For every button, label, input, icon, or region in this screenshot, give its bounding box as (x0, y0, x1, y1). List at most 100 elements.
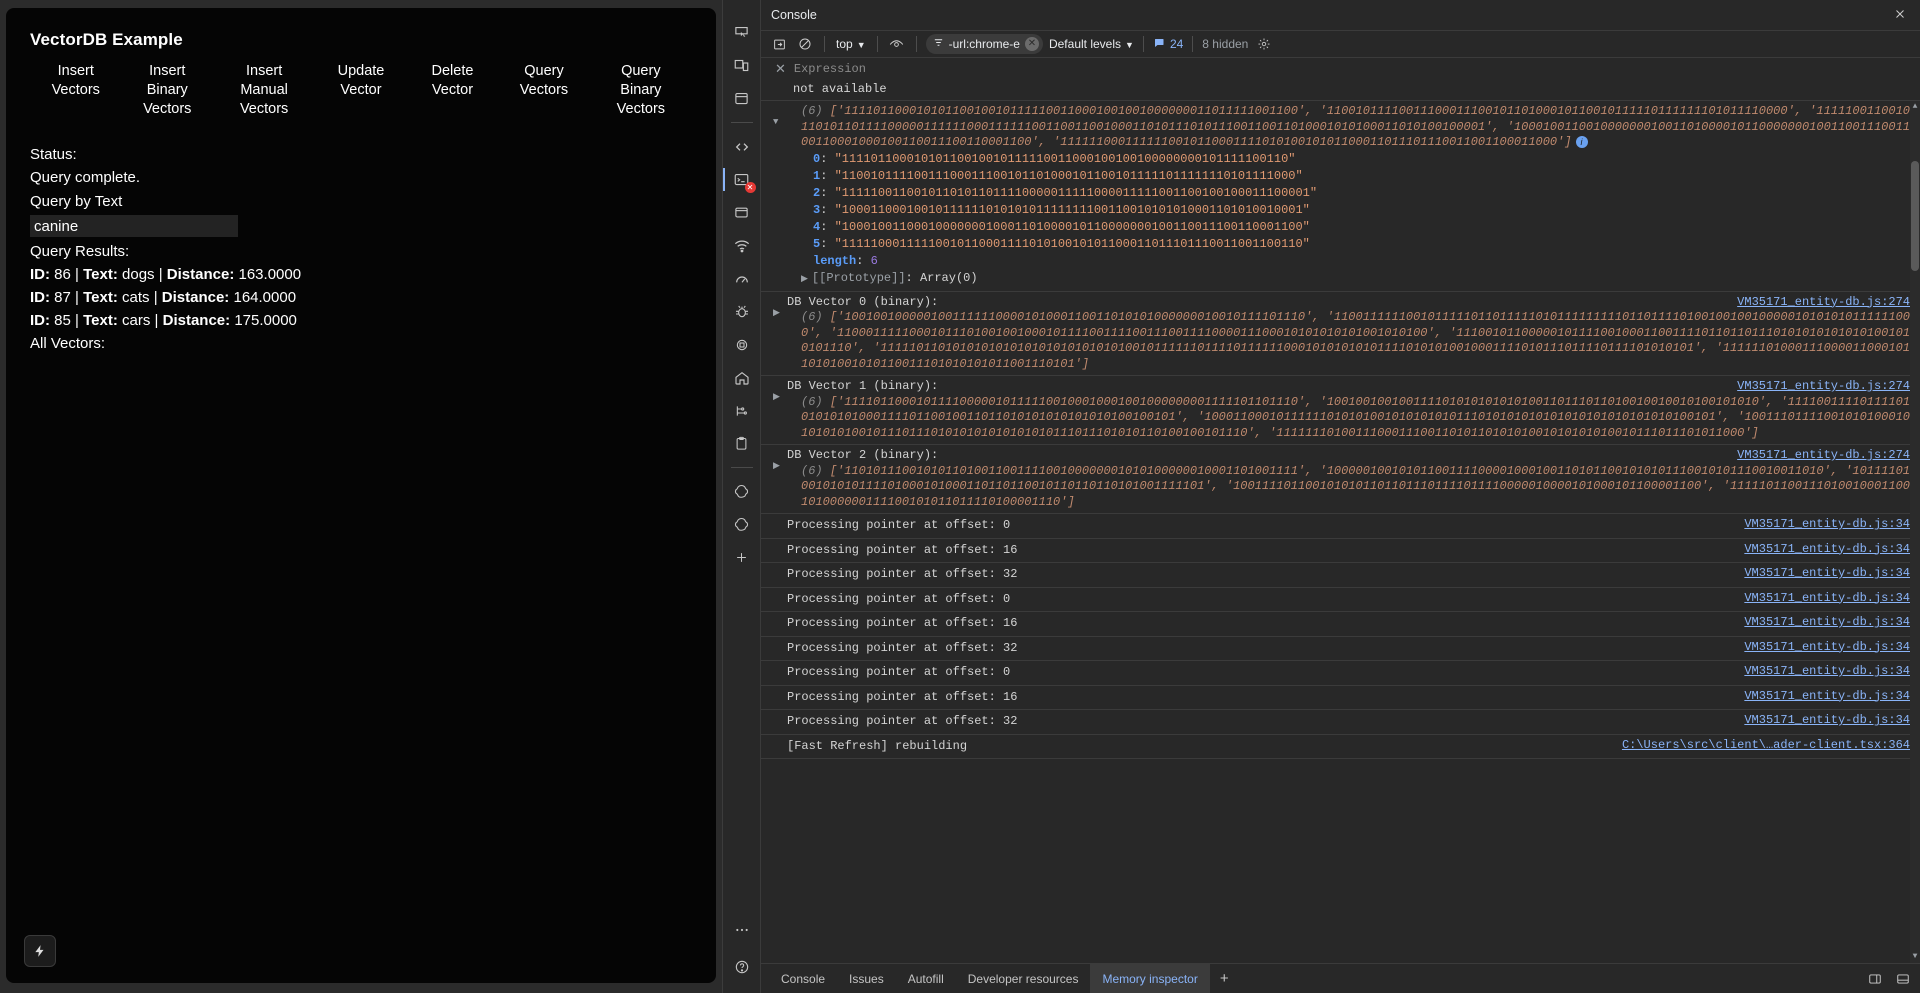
react-components-icon[interactable] (727, 475, 757, 508)
console-message-vector[interactable]: ▶ DB Vector 0 (binary): (6) ['1001001000… (761, 292, 1920, 376)
source-link[interactable]: VM35171_entity-db.js:34 (1744, 591, 1910, 607)
scroll-down-arrow-icon[interactable]: ▼ (1910, 951, 1920, 963)
application-panel-icon[interactable] (727, 196, 757, 229)
array-preview: (6) ['1001001000001001111110000101000110… (787, 310, 1912, 372)
add-panel-icon[interactable] (727, 541, 757, 574)
expand-twisty-icon[interactable]: ▶ (773, 306, 780, 322)
lightning-icon[interactable] (24, 935, 56, 967)
performance-panel-icon[interactable] (727, 262, 757, 295)
console-message-log[interactable]: Processing pointer at offset: 0 VM35171_… (761, 514, 1920, 539)
memory-panel-icon[interactable] (727, 295, 757, 328)
expression-eager-result: not available (761, 80, 1920, 101)
source-link[interactable]: VM35171_entity-db.js:34 (1744, 713, 1910, 729)
sources-panel-icon[interactable] (727, 130, 757, 163)
result-id-label: ID: (30, 266, 50, 283)
lighthouse-panel-icon[interactable] (727, 328, 757, 361)
source-link[interactable]: VM35171_entity-db.js:274 (1737, 379, 1910, 395)
toolbar-divider (876, 36, 878, 52)
console-message-log[interactable]: Processing pointer at offset: 32 VM35171… (761, 637, 1920, 661)
more-tools-icon[interactable] (727, 913, 757, 946)
source-link[interactable]: VM35171_entity-db.js:34 (1744, 566, 1910, 582)
source-link[interactable]: VM35171_entity-db.js:274 (1737, 295, 1910, 311)
delete-vector-button[interactable]: Delete Vector (407, 60, 499, 102)
tab-issues[interactable]: Issues (837, 964, 896, 993)
devtools-titlebar: Console (761, 0, 1920, 30)
web-page-surface: VectorDB Example Insert Vectors Insert B… (6, 8, 716, 983)
toolbar-divider (1142, 36, 1144, 52)
source-link[interactable]: VM35171_entity-db.js:34 (1744, 640, 1910, 656)
result-row: ID: 87 | Text: cats | Distance: 164.0000 (30, 286, 692, 309)
execution-context-selector[interactable]: top ▼ (834, 37, 868, 51)
log-levels-selector[interactable]: Default levels ▼ (1049, 37, 1134, 51)
network-panel-icon[interactable] (727, 229, 757, 262)
source-link[interactable]: C:\Users\src\client\…ader-client.tsx:364 (1622, 738, 1910, 754)
inspect-element-icon[interactable] (727, 16, 757, 49)
query-binary-vectors-button[interactable]: Query Binary Vectors (590, 60, 692, 121)
clipboard-icon[interactable] (727, 427, 757, 460)
status-label: Status: (30, 146, 77, 163)
tab-console[interactable]: Console (769, 964, 837, 993)
expand-twisty-icon[interactable]: ▶ (773, 390, 780, 406)
insert-vectors-button[interactable]: Insert Vectors (30, 60, 122, 102)
expand-twisty-icon[interactable]: ▶ (773, 459, 780, 475)
source-link[interactable]: VM35171_entity-db.js:274 (1737, 448, 1910, 464)
console-message-log[interactable]: Processing pointer at offset: 0 VM35171_… (761, 588, 1920, 612)
console-message-log[interactable]: [Fast Refresh] rebuilding C:\Users\src\c… (761, 735, 1920, 759)
source-link[interactable]: VM35171_entity-db.js:34 (1744, 689, 1910, 705)
tab-autofill[interactable]: Autofill (896, 964, 956, 993)
elements-panel-icon[interactable] (727, 82, 757, 115)
log-text: Processing pointer at offset: 16 (787, 616, 1018, 630)
source-link[interactable]: VM35171_entity-db.js:34 (1744, 542, 1910, 558)
console-message-log[interactable]: Processing pointer at offset: 32 VM35171… (761, 710, 1920, 735)
info-badge-icon[interactable]: i (1575, 135, 1588, 148)
source-link[interactable]: VM35171_entity-db.js:34 (1744, 615, 1910, 631)
no-entry-icon[interactable] (795, 34, 815, 54)
expand-twisty-icon[interactable]: ▶ (801, 274, 808, 284)
help-icon[interactable] (727, 950, 757, 983)
log-text: Processing pointer at offset: 16 (787, 542, 1018, 557)
source-link[interactable]: VM35171_entity-db.js:34 (1744, 517, 1910, 533)
hidden-messages-label[interactable]: 8 hidden (1202, 37, 1248, 51)
insert-binary-vectors-button[interactable]: Insert Binary Vectors (122, 60, 214, 121)
log-text: Processing pointer at offset: 0 (787, 518, 1011, 532)
scroll-up-arrow-icon[interactable]: ▲ (1910, 101, 1920, 113)
expression-placeholder[interactable]: Expression (794, 62, 866, 76)
array-prototype-row[interactable]: ▶ [[Prototype]]: Array(0) (787, 270, 1912, 288)
console-message-vector[interactable]: ▶ DB Vector 2 (binary): (6) ['1101011100… (761, 445, 1920, 514)
tab-developer-resources[interactable]: Developer resources (956, 964, 1091, 993)
console-panel-icon[interactable]: ✕ (722, 163, 757, 196)
query-text-input[interactable] (30, 215, 238, 237)
close-icon[interactable] (1890, 4, 1910, 24)
scrollbar-thumb[interactable] (1911, 161, 1919, 271)
insert-manual-vectors-button[interactable]: Insert Manual Vectors (213, 60, 315, 121)
message-count-badge[interactable]: 24 (1153, 37, 1183, 52)
animations-icon[interactable] (727, 394, 757, 427)
add-tab-icon[interactable]: + (1210, 964, 1239, 993)
react-profiler-icon[interactable] (727, 508, 757, 541)
console-message-vector[interactable]: ▶ DB Vector 1 (binary): (6) ['1111011000… (761, 376, 1920, 445)
console-filter-pill[interactable]: -url:chrome-e ✕ (925, 34, 1043, 54)
console-message-list[interactable]: ▼ (6) ['11110110001010110010010111110011… (761, 101, 1920, 963)
device-toolbar-icon[interactable] (727, 49, 757, 82)
expand-twisty-icon[interactable]: ▼ (773, 115, 778, 131)
query-vectors-button[interactable]: Query Vectors (498, 60, 590, 102)
console-message-log[interactable]: Processing pointer at offset: 0 VM35171_… (761, 661, 1920, 686)
console-message-log[interactable]: Processing pointer at offset: 16 VM35171… (761, 539, 1920, 563)
console-scrollbar[interactable]: ▲ ▼ (1910, 101, 1920, 963)
filter-clear-icon[interactable]: ✕ (1024, 37, 1039, 51)
live-expression-eye-icon[interactable] (887, 34, 907, 54)
dock-side-icon[interactable] (1866, 970, 1884, 988)
console-message-log[interactable]: Processing pointer at offset: 16 VM35171… (761, 686, 1920, 710)
update-vector-button[interactable]: Update Vector (315, 60, 407, 102)
console-message-log[interactable]: Processing pointer at offset: 16 VM35171… (761, 612, 1920, 637)
close-icon[interactable]: ✕ (775, 61, 786, 77)
tab-memory-inspector[interactable]: Memory inspector (1090, 964, 1210, 993)
gear-icon[interactable] (1254, 34, 1274, 54)
clear-console-icon[interactable] (769, 34, 789, 54)
recorder-home-icon[interactable] (727, 361, 757, 394)
console-message-log[interactable]: Processing pointer at offset: 32 VM35171… (761, 563, 1920, 588)
drawer-right-icons (1866, 964, 1912, 993)
dock-bottom-icon[interactable] (1894, 970, 1912, 988)
source-link[interactable]: VM35171_entity-db.js:34 (1744, 664, 1910, 680)
console-message-array[interactable]: ▼ (6) ['11110110001010110010010111110011… (761, 101, 1920, 292)
